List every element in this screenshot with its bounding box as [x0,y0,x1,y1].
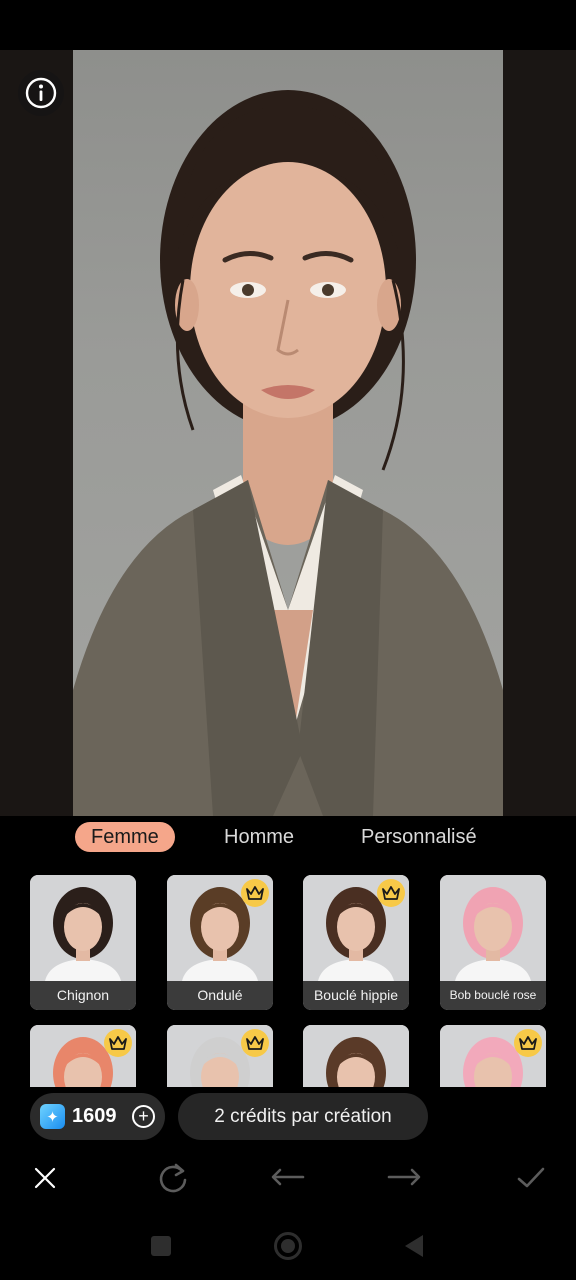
hairstyle-card[interactable] [440,1025,546,1087]
hairstyle-label: Chignon [30,981,136,1010]
system-nav-bar [0,1212,576,1280]
portrait-illustration [73,90,503,816]
tab-homme[interactable]: Homme [224,822,294,852]
hairstyle-thumbnail [440,875,546,981]
reset-button[interactable] [153,1158,193,1198]
hairstyle-label: Bob bouclé rose [440,981,546,1010]
gem-icon: ✦ [40,1104,65,1129]
crown-icon [104,1029,132,1057]
bottom-toolbar [0,1150,576,1206]
hairstyle-card[interactable] [167,1025,273,1087]
redo-refresh-icon [159,1163,187,1193]
hairstyle-panel: Femme Homme Personnalisé Chignon Ondulé Bo… [0,816,576,1280]
undo-icon [271,1168,305,1186]
hairstyle-card[interactable]: Bob bouclé rose [440,875,546,1010]
undo-button[interactable] [268,1158,308,1198]
hairstyle-card[interactable] [30,1025,136,1087]
recents-button[interactable] [145,1230,177,1262]
tab-personnalise[interactable]: Personnalisé [361,822,477,852]
hairstyle-grid: Chignon Ondulé Bouclé hippie Bob bouclé ros… [30,875,546,1087]
close-icon [34,1167,56,1189]
credits-count: 1609 [72,1105,117,1127]
hairstyle-card[interactable]: Bouclé hippie [303,875,409,1010]
check-icon [517,1167,545,1188]
info-button[interactable] [18,70,64,116]
hairstyle-thumbnail [303,1025,409,1087]
hairstyle-thumbnail [30,875,136,981]
credits-tooltip: 2 crédits par création [178,1093,428,1140]
credits-pill[interactable]: ✦ 1609 + [30,1093,165,1140]
hairstyle-card[interactable]: Ondulé [167,875,273,1010]
square-icon [151,1236,171,1256]
confirm-button[interactable] [511,1158,551,1198]
crown-icon [514,1029,542,1057]
close-button[interactable] [25,1158,65,1198]
redo-icon [387,1168,421,1186]
home-circle-icon [274,1232,302,1260]
info-icon [25,77,57,109]
back-button[interactable] [398,1230,430,1262]
tab-femme[interactable]: Femme [75,822,175,852]
plus-circle-icon[interactable]: + [132,1105,155,1128]
hairstyle-label: Ondulé [167,981,273,1010]
crown-icon [241,1029,269,1057]
category-tabs: Femme Homme Personnalisé [0,816,576,858]
status-bar [0,0,576,50]
home-button[interactable] [272,1230,304,1262]
hairstyle-card[interactable]: Chignon [30,875,136,1010]
portrait-photo[interactable] [73,50,503,816]
hairstyle-label: Bouclé hippie [303,981,409,1010]
crown-icon [377,879,405,907]
editor-canvas [0,50,576,816]
redo-button[interactable] [384,1158,424,1198]
back-triangle-icon [405,1235,423,1257]
hairstyle-card[interactable] [303,1025,409,1087]
crown-icon [241,879,269,907]
